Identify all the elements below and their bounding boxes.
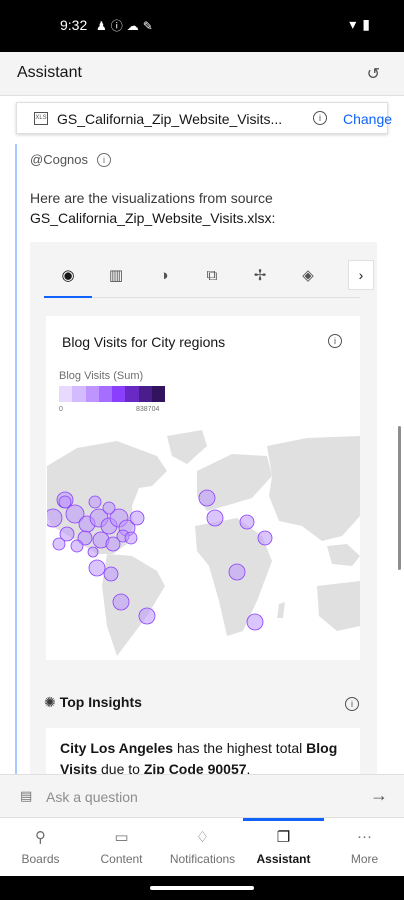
nav-item-more[interactable]: ··· More	[324, 818, 404, 876]
map-chart-card: Blog Visits for City regions i Blog Visi…	[46, 316, 360, 660]
gesture-bar	[0, 876, 404, 900]
nav-item-notifications[interactable]: ♢ Notifications	[162, 818, 243, 876]
world-map[interactable]	[47, 426, 360, 660]
chart-title: Blog Visits for City regions	[62, 334, 226, 350]
bubble	[52, 537, 66, 551]
visualization-tabs: ◉ ▥ ◑ ⧉ ✢ ◈ ›	[44, 258, 374, 298]
radar-icon[interactable]: ◈	[284, 258, 332, 298]
chevron-right-icon[interactable]: ›	[348, 260, 374, 290]
bubble	[129, 510, 145, 526]
reset-icon[interactable]: ↺	[367, 64, 380, 84]
legend-min: 0	[59, 406, 63, 413]
network-icon[interactable]: ✢	[236, 258, 284, 298]
source-file-name: GS_California_Zip_Website_Visits...	[57, 111, 283, 127]
boxplot-icon[interactable]: ⧉	[188, 258, 236, 298]
bubble	[70, 539, 84, 553]
bubble	[228, 563, 246, 581]
scrollbar[interactable]	[398, 426, 401, 570]
bubble	[239, 514, 255, 530]
bubble	[103, 566, 119, 582]
legend-color-scale	[59, 386, 165, 402]
bubble	[112, 593, 130, 611]
arrow-right-icon[interactable]: →	[370, 785, 388, 806]
nav-item-content[interactable]: ▭ Content	[81, 818, 162, 876]
legend-swatch	[125, 386, 139, 402]
message-file: GS_California_Zip_Website_Visits.xlsx:	[30, 210, 276, 226]
bubble	[138, 607, 156, 625]
home-indicator[interactable]	[150, 886, 254, 890]
wrench-icon: ✎	[142, 19, 157, 33]
ask-bar: ▤ →	[0, 774, 404, 818]
legend-swatch	[59, 386, 73, 402]
top-insights-title: ✺ Top Insights	[44, 694, 142, 710]
bubble	[87, 546, 99, 558]
assistant-screen: Assistant ↺ XLS GS_California_Zip_Websit…	[0, 52, 404, 876]
more-icon: ···	[357, 828, 372, 845]
bubble	[198, 489, 216, 507]
status-right-icons: ▾▮	[349, 16, 376, 33]
status-icons: ♟ⓘ☁✎	[96, 17, 157, 34]
lightbulb-icon: ✺	[44, 694, 56, 710]
status-time: 9:32	[60, 17, 88, 33]
page-title: Assistant	[17, 64, 82, 81]
visualization-panel: ◉ ▥ ◑ ⧉ ✢ ◈ › Blog Visits for City regio…	[30, 242, 377, 808]
globe-icon[interactable]: ◉	[44, 258, 92, 298]
bubble	[206, 509, 224, 527]
assistant-icon: ❐	[276, 829, 291, 846]
pin-icon: ⚲	[35, 829, 46, 846]
bubble	[257, 530, 273, 546]
app-header: Assistant ↺	[0, 52, 404, 96]
spreadsheet-file-icon: XLS	[34, 112, 48, 125]
bubble	[102, 501, 116, 515]
legend-swatch	[85, 386, 99, 402]
legend-swatch	[112, 386, 126, 402]
bubble	[124, 531, 138, 545]
bottom-navigation: ⚲ Boards ▭ Content ♢ Notifications ❐ Ass…	[0, 818, 404, 876]
legend-swatch	[72, 386, 86, 402]
source-file-bar: XLS GS_California_Zip_Website_Visits... …	[16, 102, 392, 134]
insights-info-icon[interactable]: i	[345, 697, 359, 711]
message-text: Here are the visualizations from source	[30, 190, 273, 206]
author-info-icon[interactable]: i	[97, 153, 111, 167]
bubble	[47, 508, 63, 528]
thread-line	[15, 144, 17, 784]
battery-icon: ▮	[362, 16, 376, 32]
nav-item-assistant[interactable]: ❐ Assistant	[243, 818, 324, 876]
bubble	[58, 495, 72, 509]
legend-swatch	[138, 386, 152, 402]
info-icon: ⓘ	[110, 19, 127, 33]
wifi-icon: ▾	[349, 16, 363, 32]
person-icon: ♟	[96, 19, 111, 33]
chat-icon: ▤	[20, 788, 33, 803]
legend-swatch	[98, 386, 112, 402]
legend-max: 838704	[136, 406, 160, 413]
bubble	[88, 559, 106, 577]
folder-icon: ▭	[114, 829, 129, 846]
bubble-chart-icon[interactable]: ◑	[140, 258, 188, 298]
message-author: @Cognos	[30, 152, 89, 167]
assistant-message: Here are the visualizations from source …	[30, 188, 380, 228]
bar-chart-icon[interactable]: ▥	[92, 258, 140, 298]
legend-title: Blog Visits (Sum)	[59, 370, 144, 382]
source-info-icon[interactable]: i	[313, 111, 327, 125]
chart-info-icon[interactable]: i	[328, 334, 342, 348]
bubble	[88, 495, 102, 509]
status-bar: 9:32 ♟ⓘ☁✎ ▾▮	[0, 0, 404, 52]
bubble	[246, 613, 264, 631]
legend-swatch	[151, 386, 165, 402]
change-source-button[interactable]: Change	[343, 111, 392, 127]
nav-item-boards[interactable]: ⚲ Boards	[0, 818, 81, 876]
bell-icon: ♢	[195, 829, 210, 846]
cloud-icon: ☁	[126, 19, 143, 33]
ask-question-input[interactable]	[46, 785, 346, 809]
